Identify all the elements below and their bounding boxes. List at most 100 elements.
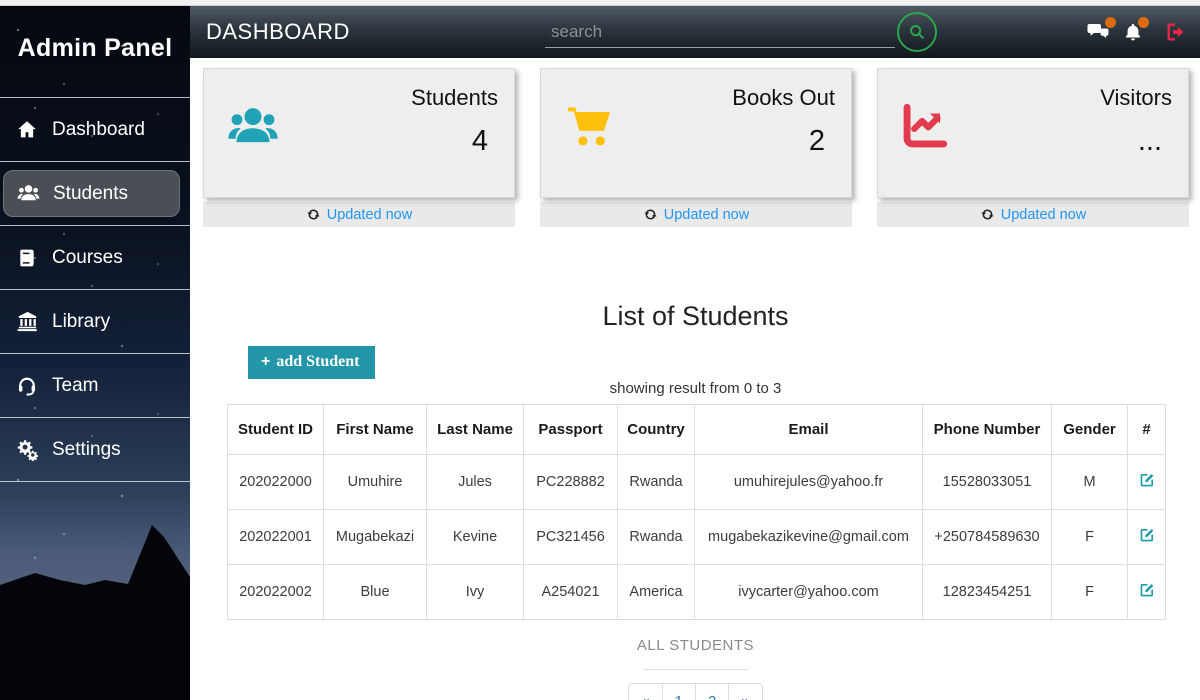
edit-student-button[interactable] — [1138, 471, 1156, 489]
sidebar-item-label: Library — [52, 311, 110, 333]
cell-passport: A254021 — [524, 565, 618, 620]
cell-passport: PC321456 — [524, 510, 618, 565]
add-student-label: add Student — [276, 353, 359, 371]
stat-card-body[interactable]: Visitors ... — [877, 68, 1189, 198]
sidebar: Admin Panel Dashboard — [0, 6, 190, 700]
sidebar-item-settings[interactable]: Settings — [0, 418, 190, 481]
table-footer-label: ALL STUDENTS — [190, 637, 1200, 654]
chart-line-icon — [898, 101, 952, 156]
col-email: Email — [695, 405, 923, 455]
app-title: Admin Panel — [0, 34, 190, 63]
search-input[interactable] — [545, 16, 895, 48]
showing-results-text: showing result from 0 to 3 — [190, 380, 1200, 397]
top-navbar: DASHBOARD — [190, 6, 1200, 58]
stat-card-body[interactable]: Students 4 — [203, 68, 515, 198]
cell-gender: M — [1052, 455, 1128, 510]
pagination-page-1[interactable]: 1 — [663, 683, 696, 700]
main-area: DASHBOARD — [190, 6, 1200, 700]
table-row: 202022002 Blue Ivy A254021 America ivyca… — [228, 565, 1166, 620]
cell-first-name: Blue — [324, 565, 427, 620]
book-icon — [15, 248, 39, 268]
section-heading: List of Students — [190, 301, 1200, 332]
sidebar-item-label: Team — [52, 375, 98, 397]
refresh-icon — [643, 207, 658, 222]
refresh-icon — [980, 207, 995, 222]
sidebar-item-label: Settings — [52, 439, 121, 461]
cell-gender: F — [1052, 565, 1128, 620]
users-icon — [16, 182, 40, 205]
cell-gender: F — [1052, 510, 1128, 565]
col-country: Country — [618, 405, 695, 455]
cell-country: America — [618, 565, 695, 620]
stat-card-title: Visitors — [1100, 85, 1172, 111]
sidebar-divider — [0, 481, 190, 482]
col-phone: Phone Number — [923, 405, 1052, 455]
cogs-icon — [15, 438, 39, 461]
sidebar-item-team[interactable]: Team — [0, 354, 190, 417]
cell-phone: +250784589630 — [923, 510, 1052, 565]
plus-icon: + — [261, 353, 270, 371]
add-student-button[interactable]: + add Student — [248, 346, 375, 379]
pagination-prev-button[interactable]: « — [628, 683, 662, 700]
stat-card-books-out: Books Out 2 Updated now — [540, 68, 852, 227]
cell-email: umuhirejules@yahoo.fr — [695, 455, 923, 510]
cell-phone: 15528033051 — [923, 455, 1052, 510]
sidebar-item-label: Students — [53, 183, 128, 205]
cell-passport: PC228882 — [524, 455, 618, 510]
stat-card-students: Students 4 Updated now — [203, 68, 515, 227]
pagination-page-2[interactable]: 2 — [696, 683, 729, 700]
stat-card-value: 4 — [472, 125, 488, 158]
table-row: 202022000 Umuhire Jules PC228882 Rwanda … — [228, 455, 1166, 510]
stat-card-footer[interactable]: Updated now — [877, 202, 1189, 227]
stat-card-title: Books Out — [732, 85, 835, 111]
stat-card-value: 2 — [809, 125, 825, 158]
pagination-divider — [643, 669, 748, 670]
updated-label: Updated now — [1001, 207, 1086, 223]
table-header-row: Student ID First Name Last Name Passport… — [228, 405, 1166, 455]
col-gender: Gender — [1052, 405, 1128, 455]
cell-phone: 12823454251 — [923, 565, 1052, 620]
sidebar-item-label: Dashboard — [52, 119, 145, 141]
page-title: DASHBOARD — [206, 19, 350, 45]
sign-out-icon[interactable] — [1163, 21, 1188, 48]
cell-last-name: Ivy — [427, 565, 524, 620]
updated-label: Updated now — [664, 207, 749, 223]
cell-email: mugabekazikevine@gmail.com — [695, 510, 923, 565]
search-button[interactable] — [897, 12, 937, 52]
students-table: Student ID First Name Last Name Passport… — [227, 404, 1166, 620]
sidebar-item-students[interactable]: Students — [3, 170, 180, 217]
sidebar-item-library[interactable]: Library — [0, 290, 190, 353]
edit-student-button[interactable] — [1138, 581, 1156, 599]
col-actions: # — [1128, 405, 1166, 455]
stat-card-visitors: Visitors ... Updated now — [877, 68, 1189, 227]
notification-badge — [1138, 17, 1149, 28]
cell-email: ivycarter@yahoo.com — [695, 565, 923, 620]
bell-icon[interactable] — [1122, 21, 1144, 49]
cell-first-name: Mugabekazi — [324, 510, 427, 565]
edit-student-button[interactable] — [1138, 526, 1156, 544]
stat-card-body[interactable]: Books Out 2 — [540, 68, 852, 198]
cell-country: Rwanda — [618, 455, 695, 510]
cell-first-name: Umuhire — [324, 455, 427, 510]
col-last-name: Last Name — [427, 405, 524, 455]
stat-card-footer[interactable]: Updated now — [540, 202, 852, 227]
sidebar-item-courses[interactable]: Courses — [0, 226, 190, 289]
headset-icon — [15, 375, 39, 397]
table-row: 202022001 Mugabekazi Kevine PC321456 Rwa… — [228, 510, 1166, 565]
cart-icon — [561, 101, 617, 158]
cell-student-id: 202022002 — [228, 565, 324, 620]
sidebar-item-dashboard[interactable]: Dashboard — [0, 98, 190, 161]
stat-card-footer[interactable]: Updated now — [203, 202, 515, 227]
search-icon — [906, 21, 928, 43]
pagination: « 1 2 » — [190, 683, 1200, 700]
notification-badge — [1105, 17, 1116, 28]
cell-last-name: Jules — [427, 455, 524, 510]
pagination-next-button[interactable]: » — [729, 683, 762, 700]
cell-country: Rwanda — [618, 510, 695, 565]
sidebar-item-label: Courses — [52, 247, 123, 269]
col-student-id: Student ID — [228, 405, 324, 455]
mountain-silhouette — [0, 485, 190, 700]
cell-student-id: 202022001 — [228, 510, 324, 565]
stat-cards-row: Students 4 Updated now — [190, 58, 1200, 227]
comments-icon[interactable] — [1085, 21, 1111, 48]
